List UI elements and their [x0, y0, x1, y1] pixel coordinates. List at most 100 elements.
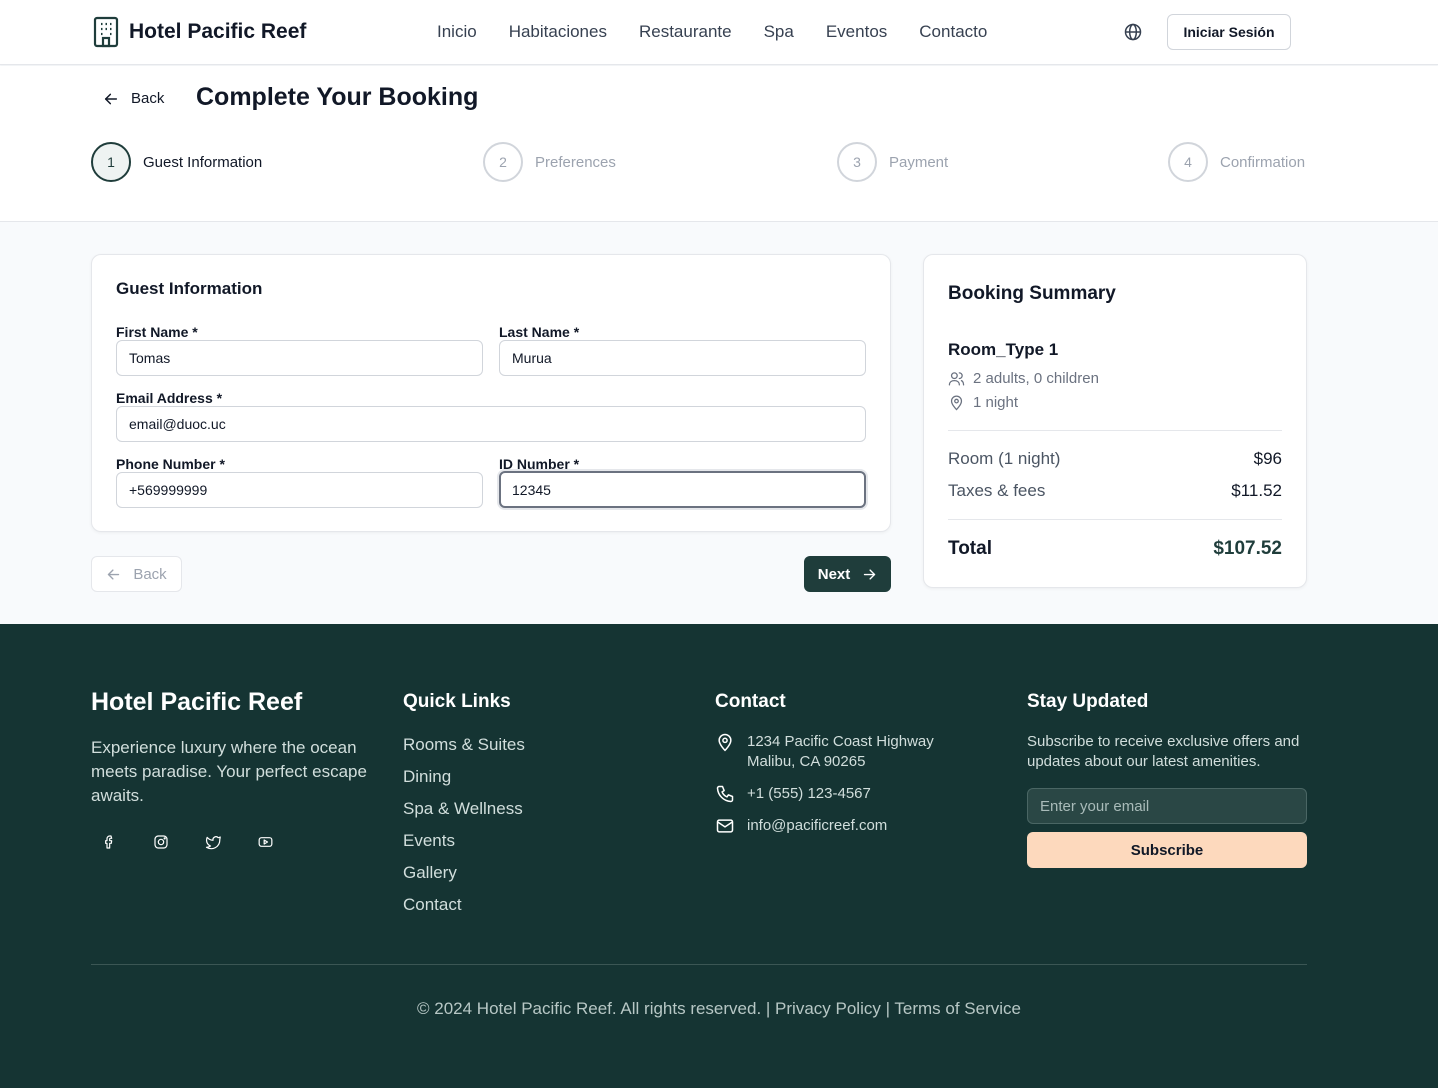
footer-link-rooms[interactable]: Rooms & Suites: [403, 734, 525, 756]
main-nav: Inicio Habitaciones Restaurante Spa Even…: [437, 22, 987, 42]
first-name-label: First Name *: [116, 324, 198, 340]
phone-number[interactable]: +1 (555) 123-4567: [747, 784, 871, 804]
id-number-input[interactable]: [499, 471, 866, 508]
first-name-input[interactable]: [116, 340, 483, 376]
step-confirmation[interactable]: 4 Confirmation: [1168, 142, 1305, 182]
newsletter-title: Stay Updated: [1027, 691, 1149, 712]
step-label: Confirmation: [1220, 153, 1306, 171]
phone-icon: [715, 784, 735, 804]
next-button-label: Next: [817, 565, 851, 583]
facebook-icon[interactable]: [100, 833, 118, 851]
footer-brand: Hotel Pacific Reef: [91, 688, 303, 716]
total-row: Total $107.52: [948, 538, 1282, 560]
nav-link-habitaciones[interactable]: Habitaciones: [509, 22, 607, 42]
contact-phone: +1 (555) 123-4567: [715, 784, 871, 804]
brand[interactable]: Hotel Pacific Reef: [93, 16, 306, 48]
total-amount: $107.52: [1213, 538, 1282, 559]
back-link[interactable]: Back: [103, 90, 164, 107]
users-icon: [948, 370, 965, 387]
email-address[interactable]: info@pacificreef.com: [747, 816, 887, 836]
footer-description: Experience luxury where the ocean meets …: [91, 738, 367, 805]
step-number: 4: [1168, 142, 1208, 182]
page-title: Complete Your Booking: [196, 83, 479, 111]
nav-link-contacto[interactable]: Contacto: [919, 22, 987, 42]
summary-title: Booking Summary: [948, 283, 1116, 304]
step-label: Payment: [889, 153, 949, 171]
form-back-button[interactable]: Back: [91, 556, 182, 592]
address-line-2: Malibu, CA 90265: [747, 753, 866, 770]
step-preferences[interactable]: 2 Preferences: [483, 142, 616, 182]
room-price-amount: $96: [1253, 449, 1282, 468]
nights-count: 1 night: [973, 394, 1019, 411]
hotel-building-icon: [93, 16, 119, 48]
address-text: 1234 Pacific Coast Highway Malibu, CA 90…: [747, 732, 934, 772]
room-price-label: Room (1 night): [948, 449, 1061, 468]
contact-title: Contact: [715, 691, 786, 712]
step-number: 2: [483, 142, 523, 182]
taxes-row: Taxes & fees $11.52: [948, 481, 1282, 501]
step-number: 3: [837, 142, 877, 182]
arrow-left-icon: [103, 91, 119, 107]
address-line-1: 1234 Pacific Coast Highway: [747, 733, 934, 750]
map-pin-icon: [948, 394, 965, 411]
back-button-label: Back: [133, 565, 167, 583]
nav-link-inicio[interactable]: Inicio: [437, 22, 477, 42]
newsletter-text: Subscribe to receive exclusive offers an…: [1027, 733, 1300, 770]
quick-links: Rooms & Suites Dining Spa & Wellness Eve…: [403, 734, 525, 916]
taxes-amount: $11.52: [1231, 481, 1282, 500]
footer-link-events[interactable]: Events: [403, 830, 525, 852]
site-footer: Hotel Pacific Reef Experience luxury whe…: [0, 624, 1438, 1088]
contact-address: 1234 Pacific Coast Highway Malibu, CA 90…: [715, 732, 934, 772]
step-label: Guest Information: [143, 153, 263, 171]
footer-link-dining[interactable]: Dining: [403, 766, 525, 788]
card-title: Guest Information: [116, 279, 263, 298]
footer-link-contact[interactable]: Contact: [403, 894, 525, 916]
summary-divider: [948, 430, 1282, 431]
twitter-icon[interactable]: [204, 833, 222, 851]
step-payment[interactable]: 3 Payment: [837, 142, 948, 182]
contact-email: info@pacificreef.com: [715, 816, 887, 836]
step-label: Preferences: [535, 153, 616, 171]
copyright: © 2024 Hotel Pacific Reef. All rights re…: [417, 999, 1021, 1018]
back-link-label: Back: [131, 90, 165, 107]
email-input[interactable]: [116, 406, 866, 442]
guests-count: 2 adults, 0 children: [973, 370, 1099, 387]
email-label: Email Address *: [116, 390, 223, 406]
instagram-icon[interactable]: [152, 833, 170, 851]
room-type: Room_Type 1: [948, 340, 1059, 359]
last-name-input[interactable]: [499, 340, 866, 376]
newsletter-email-input[interactable]: [1027, 788, 1307, 824]
step-guest-information[interactable]: 1 Guest Information: [91, 142, 262, 182]
arrow-left-icon: [106, 567, 121, 582]
footer-link-gallery[interactable]: Gallery: [403, 862, 525, 884]
quick-links-title: Quick Links: [403, 691, 511, 712]
globe-icon[interactable]: [1123, 22, 1143, 42]
id-number-label: ID Number *: [499, 456, 580, 472]
youtube-icon[interactable]: [256, 833, 274, 851]
login-button[interactable]: Iniciar Sesión: [1167, 14, 1291, 50]
taxes-label: Taxes & fees: [948, 481, 1046, 500]
mail-icon: [715, 816, 735, 836]
footer-link-spa[interactable]: Spa & Wellness: [403, 798, 525, 820]
phone-input[interactable]: [116, 472, 483, 508]
last-name-label: Last Name *: [499, 324, 580, 340]
phone-label: Phone Number *: [116, 456, 225, 472]
guests-info: 2 adults, 0 children: [948, 370, 1099, 387]
booking-summary-card: Booking Summary Room_Type 1 2 adults, 0 …: [923, 254, 1307, 588]
total-label: Total: [948, 538, 992, 559]
summary-divider: [948, 519, 1282, 520]
booking-header: Back Complete Your Booking 1 Guest Infor…: [0, 66, 1438, 222]
social-links: [100, 833, 274, 851]
nav-link-eventos[interactable]: Eventos: [826, 22, 887, 42]
next-button[interactable]: Next: [804, 556, 891, 592]
guest-information-card: Guest Information First Name * Last Name…: [91, 254, 891, 532]
nav-link-restaurante[interactable]: Restaurante: [639, 22, 732, 42]
nav-link-spa[interactable]: Spa: [764, 22, 794, 42]
brand-name: Hotel Pacific Reef: [129, 20, 307, 43]
footer-divider: [91, 964, 1307, 965]
nights-info: 1 night: [948, 394, 1018, 411]
map-pin-icon: [715, 732, 735, 772]
subscribe-button[interactable]: Subscribe: [1027, 832, 1307, 868]
step-number: 1: [91, 142, 131, 182]
top-navbar: Hotel Pacific Reef Inicio Habitaciones R…: [0, 0, 1438, 65]
